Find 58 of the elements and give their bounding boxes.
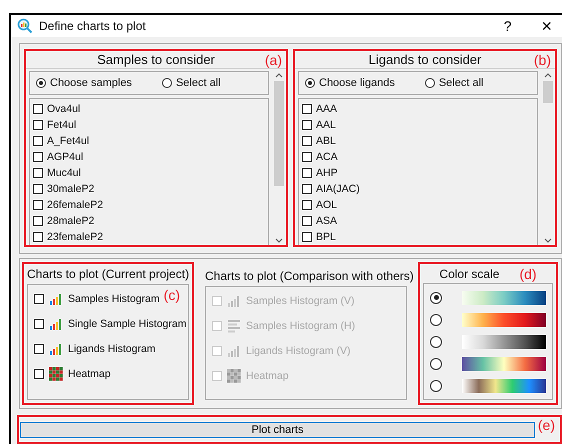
annotation-label: (b) (534, 52, 551, 68)
annotation-label: (c) (164, 287, 180, 303)
list-item[interactable]: ACA (302, 149, 537, 165)
chart-option[interactable]: Heatmap (34, 366, 182, 382)
scrollbar-thumb[interactable] (543, 81, 553, 103)
panel-title: Ligands to consider (368, 52, 482, 67)
list-item[interactable]: Fet4ul (33, 117, 268, 133)
list-item[interactable]: 26femaleP2 (33, 197, 268, 213)
list-item[interactable]: Ova4ul (33, 101, 268, 117)
group-title: Color scale (439, 266, 500, 280)
group-title: Charts to plot (Comparison with others) (205, 269, 414, 283)
list-item[interactable]: 30maleP2 (33, 181, 268, 197)
close-button[interactable]: × (541, 16, 552, 36)
heatmap-icon (49, 367, 63, 381)
radio-option[interactable]: Select all (424, 77, 484, 89)
list-item[interactable]: 23femaleP2 (33, 229, 268, 245)
bar-chart-icon (49, 317, 63, 331)
scroll-down-icon[interactable] (275, 238, 283, 243)
plot-charts-button[interactable]: Plot charts (20, 422, 535, 438)
horizontal-bars-icon (227, 319, 241, 333)
heatmap-icon (227, 369, 241, 383)
list-item[interactable]: A_Fet4ul (33, 133, 268, 149)
annotation-label: (e) (538, 416, 555, 434)
list-item[interactable]: AOL (302, 197, 537, 213)
list-item[interactable]: BPL (302, 229, 537, 245)
radio-button[interactable] (430, 292, 442, 304)
radio-option[interactable]: Choose samples (36, 77, 132, 89)
list-item[interactable]: AAL (302, 117, 537, 133)
radio-option[interactable]: Choose ligands (305, 77, 395, 89)
app-icon (17, 18, 33, 34)
scroll-up-icon[interactable] (544, 73, 552, 78)
radio-button[interactable] (430, 358, 442, 370)
annotation-label: (a) (264, 52, 282, 68)
bar-chart-icon (49, 292, 63, 306)
group-title: Charts to plot (Current project) (27, 267, 190, 281)
list-item[interactable]: ABL (302, 133, 537, 149)
list-item[interactable]: AHP (302, 165, 537, 181)
annotation-label: (d) (519, 266, 537, 282)
list-item[interactable]: Muc4ul (33, 165, 268, 181)
radio-option[interactable]: Select all (162, 77, 221, 89)
bar-chart-icon (227, 344, 241, 358)
scroll-up-icon[interactable] (275, 73, 283, 78)
help-button[interactable]: ? (504, 18, 512, 34)
list-item[interactable]: ASA (302, 213, 537, 229)
chart-option[interactable]: Ligands Histogram (34, 341, 182, 357)
scroll-down-icon[interactable] (544, 238, 552, 243)
bar-chart-icon (227, 294, 241, 308)
scrollbar-thumb[interactable] (274, 81, 284, 186)
bar-chart-icon (49, 342, 63, 356)
list-item[interactable]: 28maleP2 (33, 213, 268, 229)
radio-button[interactable] (430, 314, 442, 326)
list-item[interactable]: AIA(JAC) (302, 181, 537, 197)
list-item[interactable]: AAA (302, 101, 537, 117)
radio-button[interactable] (430, 336, 442, 348)
window-title: Define charts to plot (39, 19, 146, 33)
panel-title: Samples to consider (97, 52, 215, 67)
radio-button[interactable] (430, 380, 442, 392)
list-item[interactable]: AGP4ul (33, 149, 268, 165)
